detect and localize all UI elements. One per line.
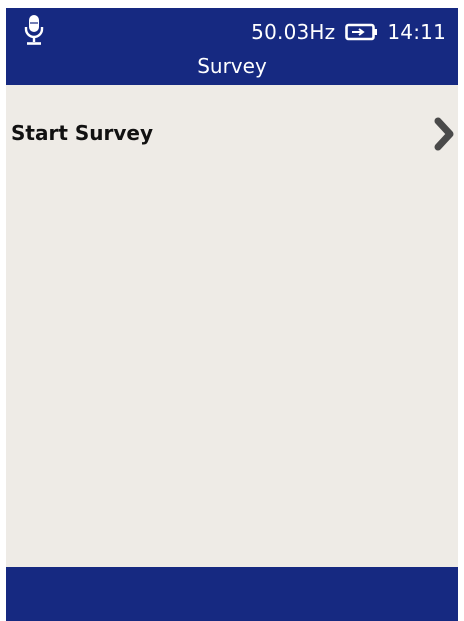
clock-time: 14:11 — [387, 20, 446, 44]
menu-item-start-survey[interactable]: Start Survey — [6, 106, 458, 162]
microphone-icon — [24, 15, 44, 45]
chevron-right-icon — [434, 117, 454, 151]
battery-charging-icon — [345, 23, 378, 41]
footer-bar — [6, 567, 458, 621]
frequency-readout: 50.03Hz — [251, 20, 336, 44]
device-screen: 50.03Hz 14:11 Survey Start Survey — [6, 8, 458, 621]
status-indicators: 50.03Hz 14:11 — [251, 17, 446, 47]
page-title: Survey — [197, 54, 267, 78]
header-bar: 50.03Hz 14:11 Survey — [6, 8, 458, 85]
menu-item-label: Start Survey — [11, 121, 153, 145]
